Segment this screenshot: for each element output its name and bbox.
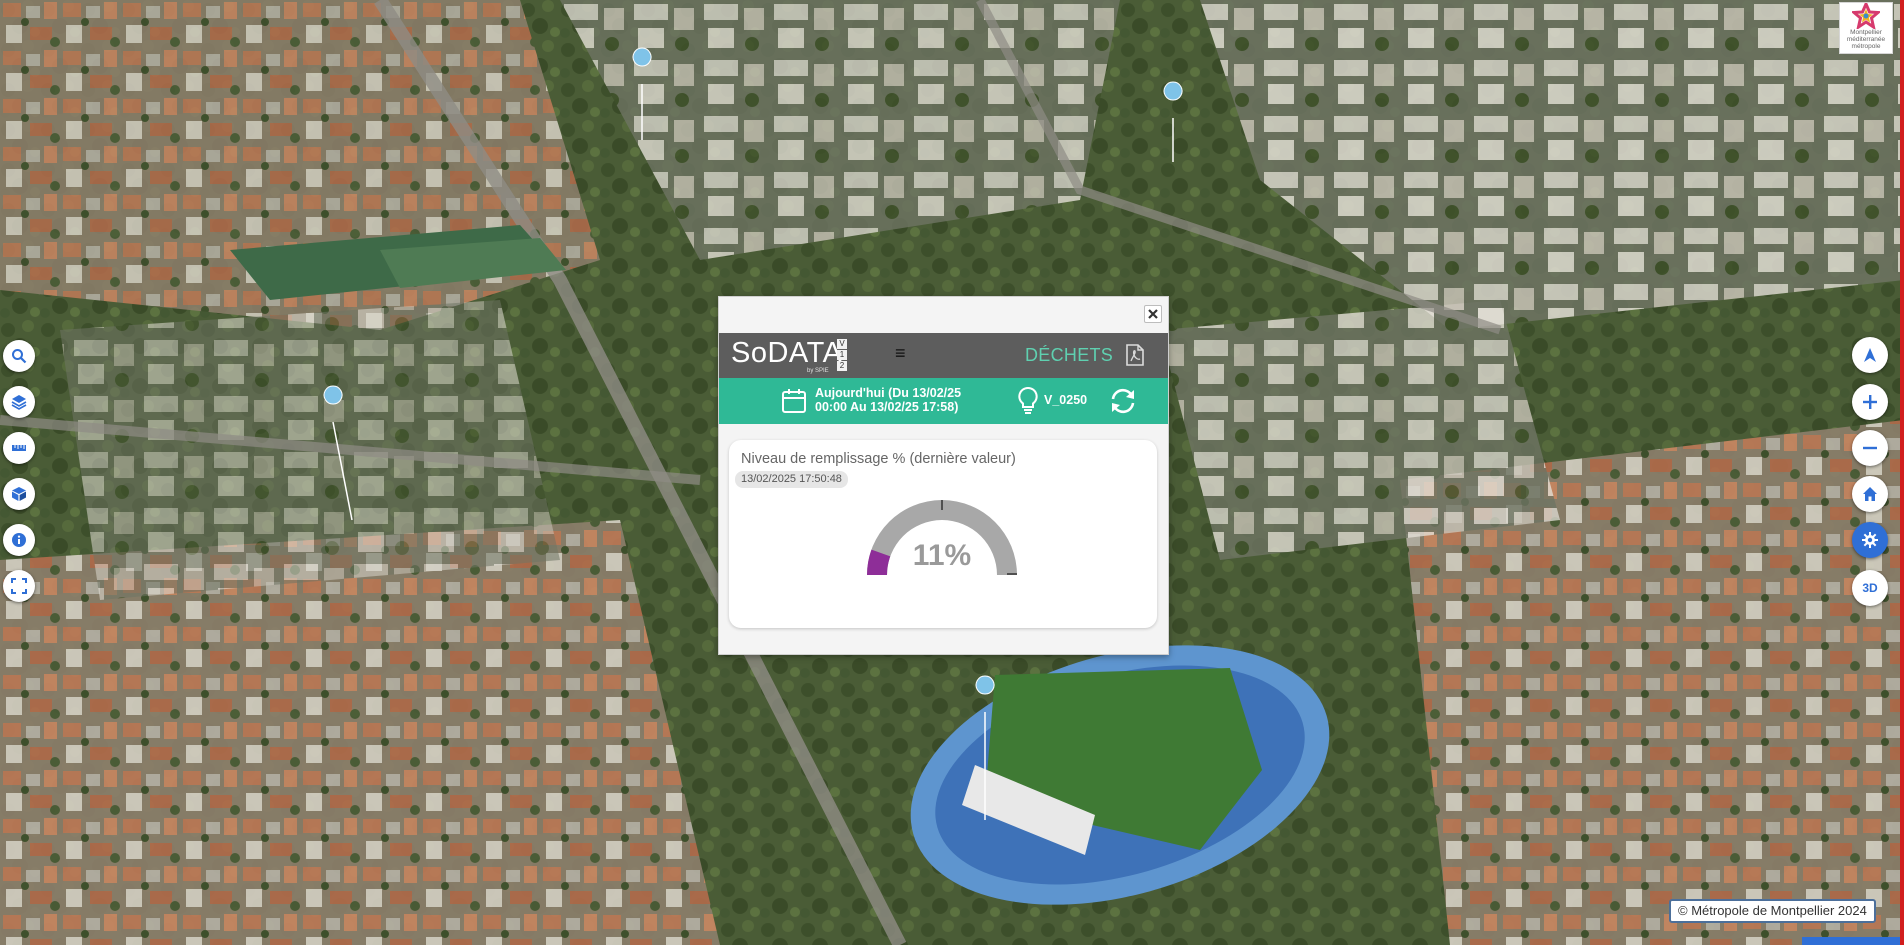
zoom-out-icon <box>1863 446 1877 450</box>
zoom-out-button[interactable] <box>1852 430 1888 466</box>
pdf-icon <box>1126 344 1144 366</box>
cube-icon <box>12 487 26 501</box>
settings-icon <box>1862 532 1878 548</box>
measure-button[interactable] <box>3 432 35 464</box>
version-char: 1 <box>837 350 847 360</box>
search-button[interactable] <box>3 340 35 372</box>
period-bar: Aujourd'hui (Du 13/02/25 00:00 Au 13/02/… <box>719 378 1168 424</box>
compass-icon <box>1864 348 1876 362</box>
layers-button[interactable] <box>3 386 35 418</box>
zoom-in-icon <box>1863 395 1877 409</box>
3d-toggle-button[interactable]: 3D <box>1852 570 1888 606</box>
card-title: Niveau de remplissage % (dernière valeur… <box>741 451 1016 467</box>
calendar-icon <box>782 389 806 413</box>
sodata-brand: SoDATA <box>731 337 843 369</box>
ruler-icon <box>12 445 26 451</box>
info-icon <box>12 533 26 547</box>
3d-toggle-label: 3D <box>1862 581 1878 595</box>
fill-level-value: 11% <box>912 539 972 572</box>
sensor-id: V_0250 <box>1044 393 1088 407</box>
home-icon <box>1863 487 1877 501</box>
sodata-brand-sub: by SPIE <box>807 368 829 374</box>
window-edge <box>1900 0 1904 945</box>
zoom-in-button[interactable] <box>1852 384 1888 420</box>
date-range[interactable]: Aujourd'hui (Du 13/02/25 00:00 Au 13/02/… <box>815 386 975 414</box>
fullscreen-button[interactable] <box>3 570 35 602</box>
date-range-line2: 00:00 Au 13/02/25 17:58) <box>815 400 959 414</box>
info-button[interactable] <box>3 524 35 556</box>
date-range-line1: Aujourd'hui (Du 13/02/25 <box>815 386 962 400</box>
compass-button[interactable] <box>1852 337 1888 373</box>
sensor-indicator <box>1017 386 1039 421</box>
version-char: 2 <box>837 361 847 371</box>
fullscreen-icon <box>11 578 27 594</box>
module-title: DÉCHETS <box>1025 345 1114 365</box>
sensor-popup: SoDATA by SPIE V 1 2 ≡ DÉCHETS Aujourd'h… <box>718 296 1169 655</box>
bottom-blue-bar <box>1802 937 1900 945</box>
search-icon <box>12 349 27 364</box>
date-picker-button[interactable] <box>781 388 807 419</box>
close-icon <box>1148 309 1158 319</box>
close-popup-button[interactable] <box>1144 305 1162 323</box>
montpellier-metropole-logo: Montpellier méditerranée métropole <box>1839 2 1893 54</box>
star-logo-icon <box>1852 3 1880 29</box>
version-badge: V 1 2 <box>837 339 847 371</box>
layers-icon <box>11 395 27 410</box>
logo-text-1: Montpellier <box>1850 29 1882 36</box>
refresh-icon <box>1111 388 1135 414</box>
fill-level-card: Niveau de remplissage % (dernière valeur… <box>729 440 1157 628</box>
popup-header: SoDATA by SPIE V 1 2 ≡ DÉCHETS <box>719 333 1168 378</box>
3d-object-button[interactable] <box>3 478 35 510</box>
pdf-export-button[interactable] <box>1125 344 1145 366</box>
logo-text-3: métropole <box>1851 43 1881 50</box>
home-button[interactable] <box>1852 476 1888 512</box>
map-attribution: © Métropole de Montpellier 2024 <box>1669 899 1876 923</box>
logo-text-2: méditerranée <box>1846 36 1886 43</box>
lightbulb-icon <box>1018 386 1038 414</box>
version-char: V <box>837 339 847 349</box>
menu-button[interactable]: ≡ <box>895 343 906 363</box>
refresh-button[interactable] <box>1108 386 1138 421</box>
settings-button[interactable] <box>1852 522 1888 558</box>
last-value-timestamp: 13/02/2025 17:50:48 <box>735 471 848 488</box>
